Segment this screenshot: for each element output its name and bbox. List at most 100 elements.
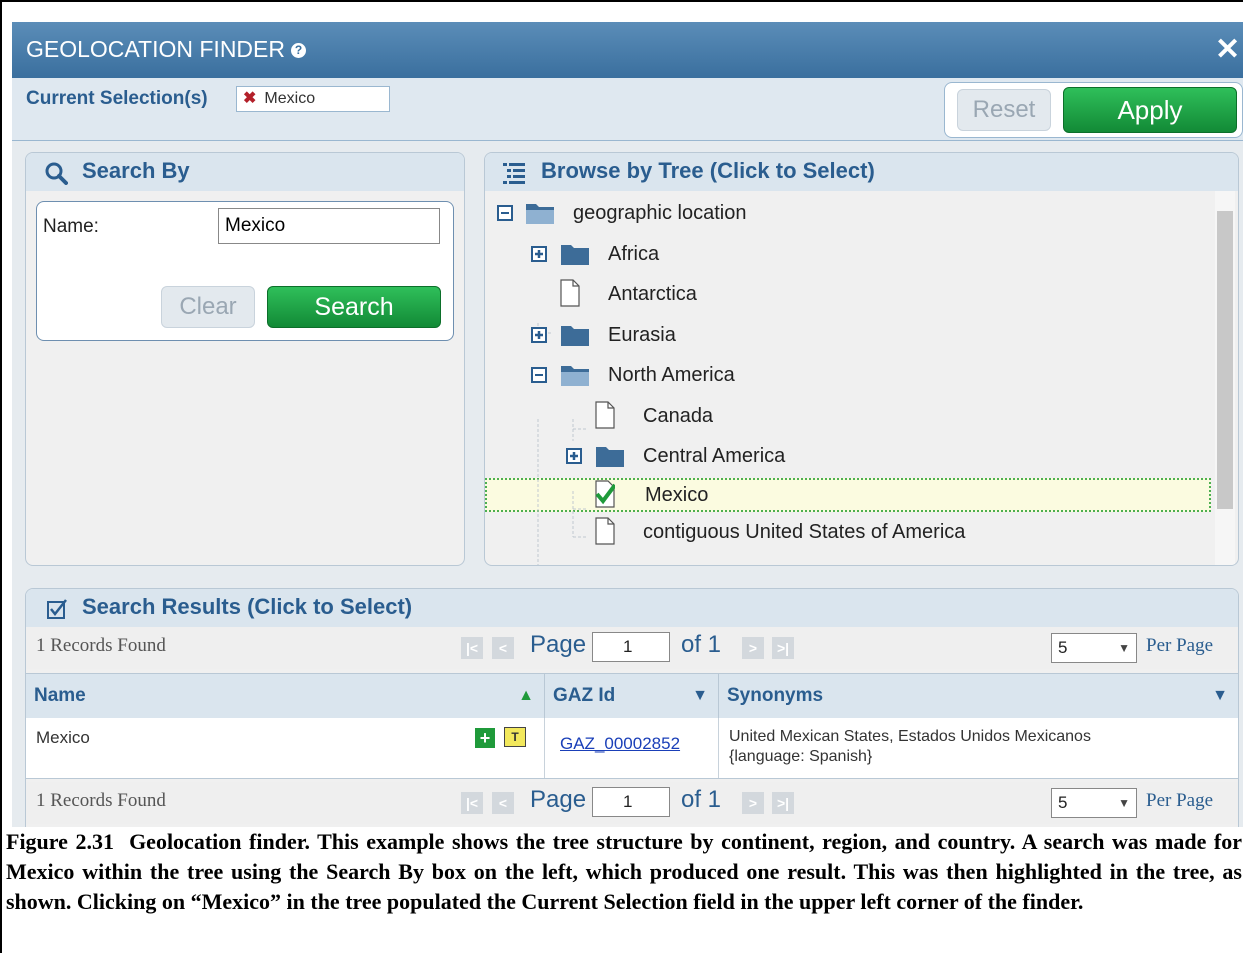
page-label: Page bbox=[530, 631, 587, 658]
remove-selection-icon[interactable]: ✖ bbox=[243, 90, 256, 107]
search-results-panel: Search Results (Click to Select) 1 Recor… bbox=[25, 588, 1239, 827]
per-page-label: Per Page bbox=[1146, 790, 1214, 811]
column-header-name[interactable]: Name ▲ bbox=[26, 674, 545, 718]
browse-tree-header: Browse by Tree (Click to Select) bbox=[485, 153, 1238, 191]
search-by-panel: Search By Name: Mexico Clear Search bbox=[25, 152, 465, 566]
dropdown-arrow-icon: ▼ bbox=[1118, 796, 1130, 810]
reset-button[interactable]: Reset bbox=[957, 89, 1051, 131]
tree-scrollbar[interactable] bbox=[1215, 191, 1235, 565]
gaz-id-link[interactable]: GAZ_00002852 bbox=[560, 734, 680, 754]
expand-toggle-icon[interactable] bbox=[531, 327, 547, 343]
next-page-icon[interactable]: > bbox=[742, 637, 764, 659]
prev-page-icon[interactable]: < bbox=[492, 637, 514, 659]
bottom-pager: 1 Records Found |< < Page 1 of 1 > >| 5 ▼… bbox=[26, 782, 1238, 824]
search-by-header: Search By bbox=[26, 153, 464, 191]
action-button-group: Reset Apply bbox=[944, 82, 1243, 138]
figure-caption-text: Geolocation finder. This example shows t… bbox=[6, 829, 1242, 914]
result-name: Mexico bbox=[36, 728, 90, 747]
column-header-gaz-id[interactable]: GAZ Id ▼ bbox=[545, 674, 719, 718]
tree-node-label: contiguous United States of America bbox=[643, 521, 966, 543]
column-header-synonyms[interactable]: Synonyms ▼ bbox=[719, 674, 1238, 718]
collapse-toggle-icon[interactable] bbox=[497, 205, 513, 221]
sort-asc-icon[interactable]: ▲ bbox=[518, 674, 534, 718]
folder-open-icon bbox=[561, 366, 589, 386]
tree-node-label: Central America bbox=[643, 445, 786, 467]
current-selection-label: Current Selection(s) bbox=[26, 88, 208, 109]
search-results-header: Search Results (Click to Select) bbox=[26, 589, 1238, 627]
tree-node-label: Mexico bbox=[645, 484, 709, 506]
page-number-input[interactable]: 1 bbox=[592, 787, 670, 817]
column-header-label: GAZ Id bbox=[553, 685, 616, 706]
selection-chip-value: Mexico bbox=[264, 90, 316, 107]
folder-icon bbox=[596, 447, 624, 467]
column-header-label: Name bbox=[34, 685, 86, 706]
cell-synonyms: United Mexican States, Estados Unidos Me… bbox=[719, 718, 1238, 778]
page-total-label: of 1 bbox=[681, 786, 722, 813]
apply-button[interactable]: Apply bbox=[1063, 87, 1237, 133]
edit-term-icon[interactable]: T bbox=[504, 727, 526, 747]
tree-node-mexico[interactable]: Mexico bbox=[485, 478, 1211, 512]
per-page-label: Per Page bbox=[1146, 635, 1214, 656]
last-page-icon[interactable]: >| bbox=[772, 637, 794, 659]
first-page-icon[interactable]: |< bbox=[461, 637, 483, 659]
per-page-select[interactable]: 5 ▼ bbox=[1051, 633, 1137, 663]
search-icon bbox=[45, 162, 68, 185]
first-page-icon[interactable]: |< bbox=[461, 792, 483, 814]
geolocation-finder-dialog: GEOLOCATION FINDER? ✕ Current Selection(… bbox=[12, 22, 1243, 827]
tree-node-label: Africa bbox=[608, 243, 660, 265]
expand-toggle-icon[interactable] bbox=[566, 448, 582, 464]
column-header-label: Synonyms bbox=[727, 685, 824, 706]
last-page-icon[interactable]: >| bbox=[772, 792, 794, 814]
add-icon[interactable]: + bbox=[475, 728, 495, 748]
tree-node-central-america[interactable]: Central America bbox=[485, 439, 1215, 473]
browse-tree-panel: Browse by Tree (Click to Select) geograp… bbox=[484, 152, 1239, 566]
browse-tree-title: Browse by Tree (Click to Select) bbox=[541, 158, 875, 183]
tree-node-africa[interactable]: Africa bbox=[485, 237, 1215, 271]
document-icon bbox=[595, 401, 615, 429]
tree-node-antarctica[interactable]: Antarctica bbox=[485, 277, 1215, 311]
clear-button[interactable]: Clear bbox=[161, 286, 255, 328]
per-page-value: 5 bbox=[1058, 638, 1068, 657]
tree-node-label: Antarctica bbox=[608, 283, 697, 305]
page-total-label: of 1 bbox=[681, 631, 722, 658]
tree-node-eurasia[interactable]: Eurasia bbox=[485, 318, 1215, 352]
search-button[interactable]: Search bbox=[267, 286, 441, 328]
per-page-select[interactable]: 5 ▼ bbox=[1051, 788, 1137, 818]
chevron-down-icon[interactable]: ▼ bbox=[1212, 674, 1228, 718]
chevron-down-icon[interactable]: ▼ bbox=[692, 674, 708, 718]
collapse-toggle-icon[interactable] bbox=[531, 367, 547, 383]
folder-icon bbox=[561, 326, 589, 346]
tree-list-icon bbox=[503, 163, 525, 184]
help-icon[interactable]: ? bbox=[291, 43, 306, 58]
page-label: Page bbox=[530, 786, 587, 813]
expand-toggle-icon[interactable] bbox=[531, 246, 547, 262]
dialog-title-text: GEOLOCATION FINDER bbox=[26, 36, 285, 62]
checked-document-icon bbox=[595, 480, 615, 508]
cell-name: Mexico + T bbox=[26, 718, 545, 778]
tree-node-north-america[interactable]: North America bbox=[485, 358, 1215, 392]
tree-node-label: geographic location bbox=[573, 202, 747, 224]
prev-page-icon[interactable]: < bbox=[492, 792, 514, 814]
table-row[interactable]: Mexico + T GAZ_00002852 United Mexican S… bbox=[26, 718, 1238, 779]
tree-scrollbar-thumb[interactable] bbox=[1217, 211, 1233, 509]
records-found-label: 1 Records Found bbox=[36, 635, 166, 656]
figure-caption: Figure 2.31 Geolocation finder. This exa… bbox=[6, 827, 1242, 953]
tree-node-label: Canada bbox=[643, 405, 714, 427]
folder-open-icon bbox=[526, 204, 554, 224]
figure-caption-label: Figure 2.31 bbox=[6, 829, 114, 854]
next-page-icon[interactable]: > bbox=[742, 792, 764, 814]
tree-node-contiguous-usa[interactable]: contiguous United States of America bbox=[485, 515, 1215, 549]
folder-icon bbox=[561, 245, 589, 265]
search-results-title: Search Results (Click to Select) bbox=[82, 594, 413, 619]
dialog-title: GEOLOCATION FINDER? bbox=[26, 36, 306, 63]
name-search-input[interactable]: Mexico bbox=[218, 208, 440, 244]
tree-node-canada[interactable]: Canada bbox=[485, 399, 1215, 433]
close-icon[interactable]: ✕ bbox=[1215, 32, 1240, 67]
current-selection-bar: Current Selection(s) ✖ Mexico Reset Apply bbox=[12, 78, 1243, 141]
synonyms-line-2: {language: Spanish} bbox=[729, 748, 873, 765]
tree-node-geographic-location[interactable]: geographic location bbox=[485, 196, 1215, 230]
document-icon bbox=[560, 279, 580, 307]
search-by-title: Search By bbox=[82, 158, 190, 183]
page-number-input[interactable]: 1 bbox=[592, 632, 670, 662]
per-page-value: 5 bbox=[1058, 793, 1068, 812]
